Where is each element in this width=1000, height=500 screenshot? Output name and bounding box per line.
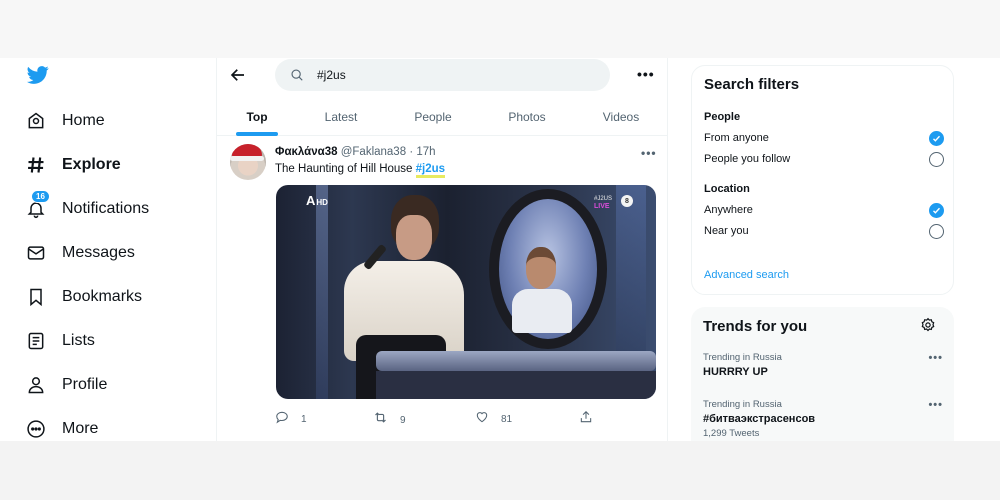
twitter-app: Home Explore 16 Notifications Messages B… xyxy=(0,58,1000,441)
live-overlay: #J2US LIVE xyxy=(594,196,613,210)
tweet-more-button[interactable]: ••• xyxy=(641,146,657,160)
rating-badge: 8 xyxy=(621,195,633,207)
trend-name: #битваэкстрасенсов xyxy=(703,413,816,425)
filter-from-anyone[interactable]: From anyone xyxy=(704,129,944,147)
share-button[interactable] xyxy=(579,410,593,429)
tweet-text-body: The Haunting of Hill House xyxy=(275,163,416,175)
retweet-count: 9 xyxy=(400,414,406,426)
bell-icon: 16 xyxy=(24,190,50,221)
back-arrow-icon[interactable] xyxy=(229,66,247,84)
tab-photos[interactable]: Photos xyxy=(499,98,555,136)
search-tabs: Top Latest People Photos Videos xyxy=(217,98,668,136)
tweet-actions: 1 9 81 xyxy=(275,410,655,428)
trends-title: Trends for you xyxy=(703,318,808,335)
reply-button[interactable]: 1 xyxy=(275,410,307,429)
more-circle-icon xyxy=(24,417,48,441)
sidebar-item-label: Lists xyxy=(62,332,95,349)
trend-more-button[interactable]: ••• xyxy=(928,352,943,364)
tab-top[interactable]: Top xyxy=(229,98,285,136)
search-more-options-button[interactable]: ••• xyxy=(637,66,655,82)
filter-section-people: People xyxy=(704,111,741,123)
page-top-band xyxy=(0,0,1000,58)
like-count: 81 xyxy=(501,414,513,425)
trend-context: Trending in Russia xyxy=(703,399,782,410)
retweet-button[interactable]: 9 xyxy=(373,410,406,430)
search-filters-card: Search filters People From anyone People… xyxy=(691,65,954,295)
sidebar-item-label: Bookmarks xyxy=(62,288,143,305)
sidebar-item-notifications[interactable]: 16 Notifications xyxy=(24,190,150,224)
tweet-hashtag-link[interactable]: #j2us xyxy=(415,163,446,178)
trend-name: HURRRY UP xyxy=(703,366,768,378)
hashtag-icon xyxy=(24,153,48,177)
sidebar-item-label: Home xyxy=(62,112,105,129)
retweet-icon xyxy=(373,410,388,430)
gear-icon[interactable] xyxy=(920,317,936,333)
sidebar-item-lists[interactable]: Lists xyxy=(24,326,95,356)
tab-videos[interactable]: Videos xyxy=(593,98,649,136)
sidebar-item-home[interactable]: Home xyxy=(24,106,105,136)
tweet-text: The Haunting of Hill House #j2us xyxy=(275,163,446,178)
filter-option-label: People you follow xyxy=(704,153,791,165)
tweet-author-handle[interactable]: @Faklana38 xyxy=(341,146,406,158)
sidebar-item-explore[interactable]: Explore xyxy=(24,150,121,180)
trend-more-button[interactable]: ••• xyxy=(928,399,943,411)
filter-option-label: Near you xyxy=(704,225,749,237)
heart-icon xyxy=(475,410,489,429)
twitter-logo-icon[interactable] xyxy=(26,64,50,86)
search-bar[interactable] xyxy=(275,59,610,91)
radio-checked-icon[interactable] xyxy=(929,202,944,218)
notification-count-badge: 16 xyxy=(31,190,50,203)
advanced-search-link[interactable]: Advanced search xyxy=(704,269,789,281)
radio-unchecked-icon[interactable] xyxy=(929,223,944,239)
sidebar-item-label: Notifications xyxy=(62,200,150,217)
tweet-header: Φακλάνα38 @Faklana38 · 17h xyxy=(275,146,436,158)
sidebar-item-label: More xyxy=(62,420,99,437)
radio-checked-icon[interactable] xyxy=(929,130,944,146)
search-input[interactable] xyxy=(317,68,577,82)
filter-option-label: Anywhere xyxy=(704,204,753,216)
reply-count: 1 xyxy=(301,414,307,425)
tweet-media-image[interactable]: AHD #J2US LIVE 8 xyxy=(276,185,656,399)
bookmark-icon xyxy=(24,285,48,309)
sidebar-item-label: Profile xyxy=(62,376,108,393)
person-icon xyxy=(24,373,48,397)
radio-unchecked-icon[interactable] xyxy=(929,151,944,167)
search-icon xyxy=(290,68,304,82)
sidebar-nav: Home Explore 16 Notifications Messages B… xyxy=(0,58,216,441)
filter-option-label: From anyone xyxy=(704,132,769,144)
share-icon xyxy=(579,410,593,429)
trend-item[interactable]: Trending in Russia #битваэкстрасенсов 1,… xyxy=(703,399,943,439)
list-icon xyxy=(24,329,48,353)
channel-logo: AHD xyxy=(306,193,328,208)
sidebar-item-messages[interactable]: Messages xyxy=(24,238,135,268)
tweet-author-name[interactable]: Φακλάνα38 xyxy=(275,146,338,158)
filter-section-location: Location xyxy=(704,183,750,195)
trend-item[interactable]: Trending in Russia HURRRY UP ••• xyxy=(703,352,943,378)
sidebar-item-label: Explore xyxy=(62,156,121,173)
reply-icon xyxy=(275,410,289,429)
search-results-column: ••• Top Latest People Photos Videos Φακλ… xyxy=(216,58,668,441)
like-button[interactable]: 81 xyxy=(475,410,512,429)
tweet-timestamp[interactable]: 17h xyxy=(416,146,435,158)
trend-context: Trending in Russia xyxy=(703,352,782,363)
sidebar-item-more[interactable]: More xyxy=(24,414,98,441)
tab-people[interactable]: People xyxy=(405,98,461,136)
sidebar-item-profile[interactable]: Profile xyxy=(24,370,107,400)
trend-tweet-count: 1,299 Tweets xyxy=(703,428,760,439)
tweet[interactable]: Φακλάνα38 @Faklana38 · 17h ••• The Haunt… xyxy=(217,137,668,441)
envelope-icon xyxy=(24,241,48,265)
filter-anywhere[interactable]: Anywhere xyxy=(704,201,944,219)
page-bottom-band xyxy=(0,441,1000,500)
search-filters-title: Search filters xyxy=(704,76,800,93)
home-icon xyxy=(24,109,48,133)
sidebar-item-bookmarks[interactable]: Bookmarks xyxy=(24,282,142,312)
sidebar-item-label: Messages xyxy=(62,244,135,261)
tweet-separator: · xyxy=(409,146,414,158)
filter-near-you[interactable]: Near you xyxy=(704,222,944,240)
trends-card: Trends for you Trending in Russia HURRRY… xyxy=(691,307,954,441)
tab-latest[interactable]: Latest xyxy=(313,98,369,136)
filter-people-you-follow[interactable]: People you follow xyxy=(704,150,944,168)
avatar[interactable] xyxy=(230,144,266,180)
